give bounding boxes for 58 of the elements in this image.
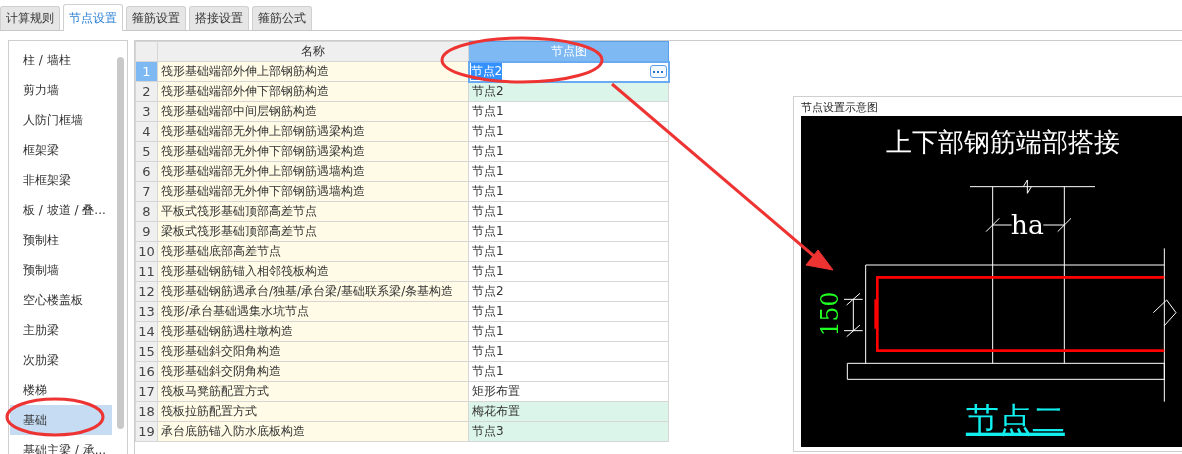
- row-number[interactable]: 9: [135, 221, 158, 242]
- category-item[interactable]: 框架梁: [10, 135, 112, 165]
- row-number[interactable]: 14: [135, 321, 158, 342]
- row-number[interactable]: 4: [135, 121, 158, 142]
- row-number[interactable]: 2: [135, 81, 158, 102]
- dimension-label: ha: [1010, 209, 1044, 240]
- table-cell: 节点1: [468, 121, 669, 142]
- table-cell: 节点2: [468, 281, 669, 302]
- row-number[interactable]: 12: [135, 281, 158, 302]
- diagram-title: 上下部钢筋端部搭接: [886, 126, 1121, 157]
- table-cell: 节点1: [468, 221, 669, 242]
- category-item[interactable]: 非框架梁: [10, 165, 112, 195]
- category-item[interactable]: 柱 / 墙柱: [10, 45, 112, 75]
- row-number[interactable]: 6: [135, 161, 158, 182]
- table-cell: 节点1: [468, 261, 669, 282]
- row-number[interactable]: 5: [135, 141, 158, 162]
- category-item[interactable]: 板 / 坡道 / 叠...: [10, 195, 112, 225]
- row-number[interactable]: 13: [135, 301, 158, 322]
- table-cell: 节点1: [468, 181, 669, 202]
- row-number[interactable]: 19: [135, 421, 158, 442]
- category-item[interactable]: 人防门框墙: [10, 105, 112, 135]
- category-item[interactable]: 次肋梁: [10, 345, 112, 375]
- tab[interactable]: 搭接设置: [189, 6, 249, 30]
- row-number[interactable]: 15: [135, 341, 158, 362]
- table-cell: 节点1: [468, 101, 669, 122]
- table-cell: 节点1: [468, 361, 669, 382]
- row-number[interactable]: 17: [135, 381, 158, 402]
- table-cell: 节点1: [468, 321, 669, 342]
- panel-title: 节点设置示意图: [801, 100, 879, 116]
- row-number[interactable]: 10: [135, 241, 158, 262]
- tab[interactable]: 箍筋公式: [252, 6, 312, 30]
- tab[interactable]: 计算规则: [0, 6, 60, 30]
- category-item[interactable]: 剪力墙: [10, 75, 112, 105]
- row-number[interactable]: 16: [135, 361, 158, 382]
- table-cell: 节点1: [468, 301, 669, 322]
- more-button[interactable]: [649, 65, 667, 78]
- table-cell: 矩形布置: [468, 381, 669, 402]
- diagram-caption: 节点二: [965, 399, 1065, 439]
- table-cell: 节点1: [468, 341, 669, 362]
- column-header[interactable]: 名称: [157, 41, 469, 62]
- row-number[interactable]: 18: [135, 401, 158, 422]
- row-number[interactable]: 3: [135, 101, 158, 122]
- category-item[interactable]: 空心楼盖板: [10, 285, 112, 315]
- table-cell: 节点1: [468, 161, 669, 182]
- category-item[interactable]: 预制墙: [10, 255, 112, 285]
- category-item[interactable]: 预制柱: [10, 225, 112, 255]
- table-cell: 节点1: [468, 241, 669, 262]
- table-cell: 节点1: [468, 141, 669, 162]
- table-cell: 节点1: [468, 201, 669, 222]
- row-number[interactable]: 11: [135, 261, 158, 282]
- scrollbar[interactable]: [117, 57, 124, 429]
- tab[interactable]: 箍筋设置: [126, 6, 186, 30]
- row-number[interactable]: 7: [135, 181, 158, 202]
- dimension-label: 150: [816, 291, 845, 337]
- category-item[interactable]: 主肋梁: [10, 315, 112, 345]
- tab[interactable]: 节点设置: [63, 4, 123, 31]
- category-item[interactable]: 楼梯: [10, 375, 112, 405]
- row-number[interactable]: 8: [135, 201, 158, 222]
